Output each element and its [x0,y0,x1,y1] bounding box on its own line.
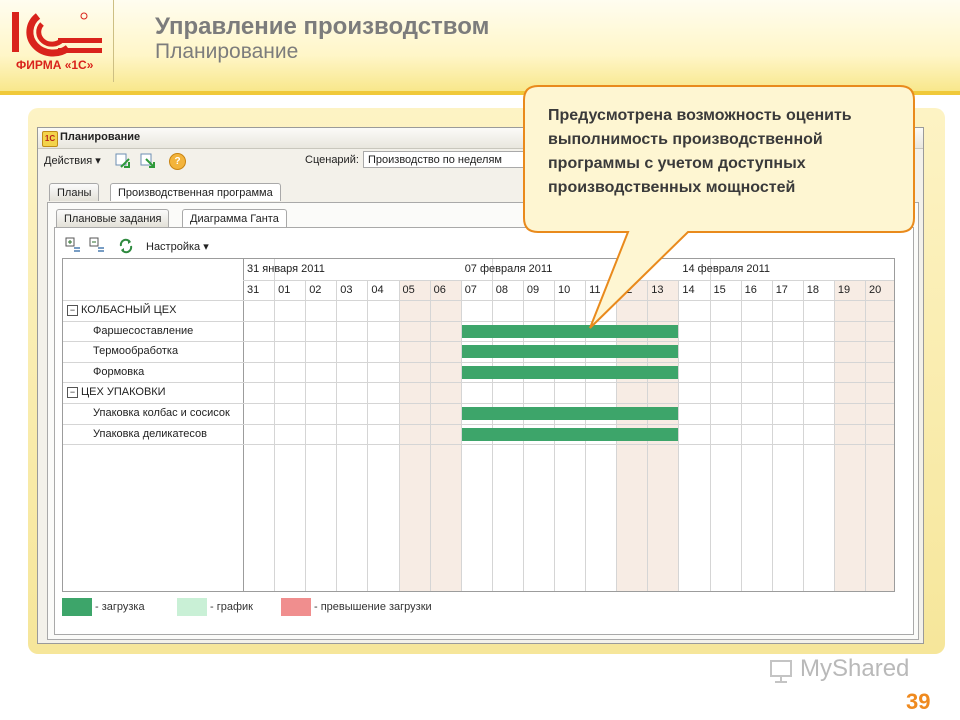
watermark: MyShared [800,655,910,682]
callout-text: Предусмотрена возможность оценить выполн… [548,104,908,200]
callout-line: выполнимость производственной [548,131,823,148]
page-number: 39 [906,689,931,714]
callout-line: Предусмотрена возможность оценить [548,107,852,124]
callout-line: программы с учетом доступных [548,155,806,172]
myshared-logo-icon [770,660,792,683]
callout-line: производственных мощностей [548,179,796,196]
